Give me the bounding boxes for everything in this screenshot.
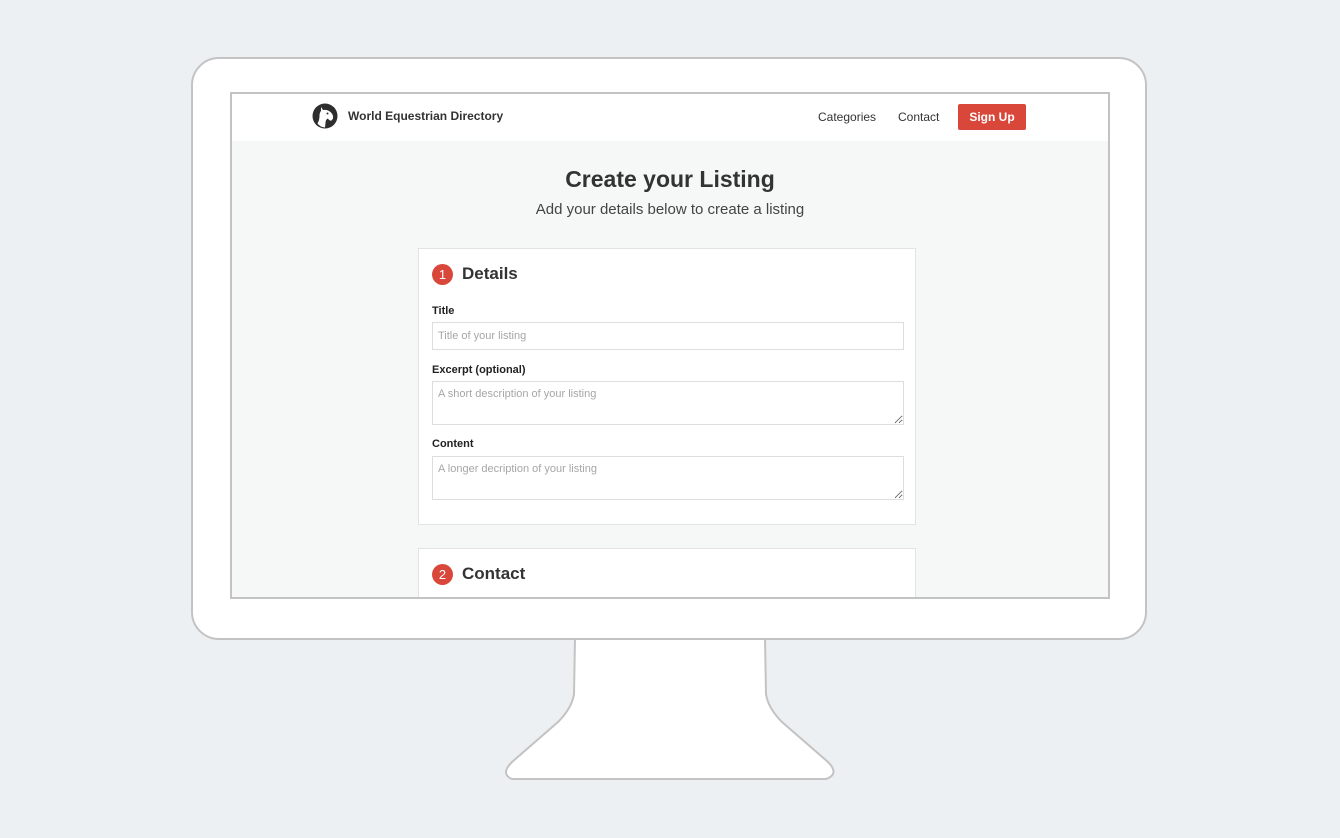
section-heading-contact: Contact xyxy=(462,564,526,583)
page-title: Create your Listing xyxy=(565,166,775,192)
top-navbar: World Equestrian Directory Categories Co… xyxy=(232,94,1108,141)
content-textarea[interactable] xyxy=(432,456,904,500)
horse-head-icon[interactable] xyxy=(312,103,338,129)
page-subtitle: Add your details below to create a listi… xyxy=(535,201,805,218)
contact-section-card: 2 Contact xyxy=(418,548,916,597)
details-section-card: 1 Details Title Excerpt (optional) Conte… xyxy=(418,248,916,525)
browser-viewport: World Equestrian Directory Categories Co… xyxy=(230,92,1110,599)
excerpt-textarea[interactable] xyxy=(432,381,904,425)
content-label: Content xyxy=(432,438,474,450)
title-input[interactable] xyxy=(432,322,904,350)
step-number-badge: 2 xyxy=(432,564,453,585)
nav-link-contact[interactable]: Contact xyxy=(898,110,939,124)
title-label: Title xyxy=(432,305,455,317)
nav-link-categories[interactable]: Categories xyxy=(818,110,876,124)
excerpt-label: Excerpt (optional) xyxy=(432,364,526,376)
step-number-badge: 1 xyxy=(432,264,453,285)
brand-name[interactable]: World Equestrian Directory xyxy=(348,109,503,123)
section-heading-details: Details xyxy=(462,264,518,283)
monitor-stand xyxy=(505,637,835,780)
sign-up-button[interactable]: Sign Up xyxy=(958,104,1026,130)
